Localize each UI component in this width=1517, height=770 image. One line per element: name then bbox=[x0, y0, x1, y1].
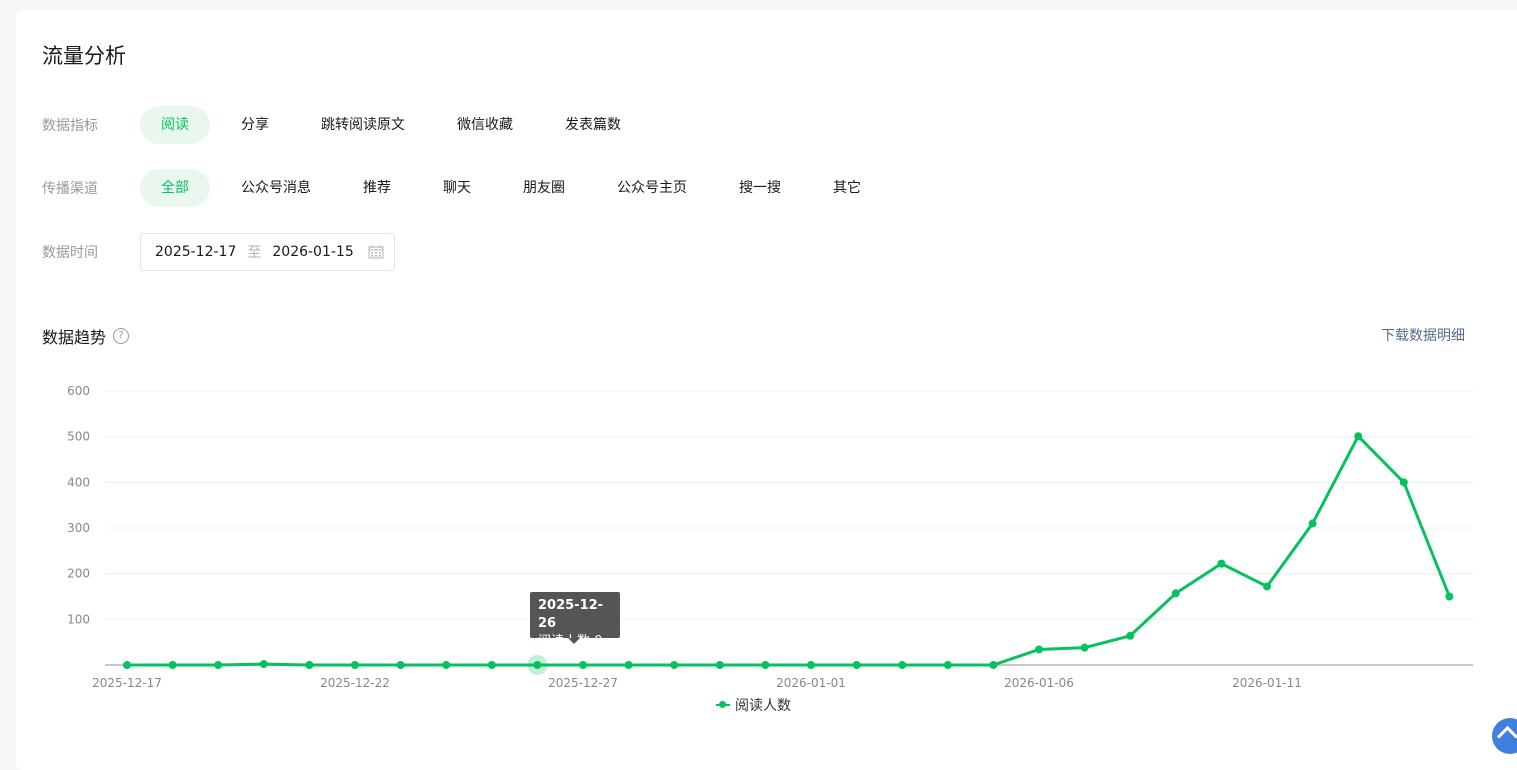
channel-option-moments[interactable]: 朋友圈 bbox=[502, 169, 586, 207]
data-point bbox=[1126, 631, 1135, 640]
data-point bbox=[852, 661, 861, 669]
legend-line-marker bbox=[716, 700, 730, 710]
x-tick-label: 2026-01-11 bbox=[1232, 676, 1302, 690]
data-point bbox=[1217, 559, 1226, 568]
question-circle-icon[interactable]: ? bbox=[113, 328, 130, 344]
tooltip-value: 阅读人数 0 bbox=[538, 634, 603, 649]
channel-option-account-homepage[interactable]: 公众号主页 bbox=[596, 169, 708, 207]
data-point bbox=[1354, 432, 1363, 441]
metric-option-share[interactable]: 分享 bbox=[220, 106, 290, 144]
download-detail-link[interactable]: 下载数据明细 bbox=[1381, 325, 1465, 345]
date-filter-row: 数据时间 2025-12-17 至 2026-01-15 bbox=[42, 232, 395, 272]
channel-option-account-message[interactable]: 公众号消息 bbox=[220, 169, 332, 207]
data-point bbox=[761, 661, 770, 669]
data-point bbox=[1308, 519, 1317, 528]
metric-filter-label: 数据指标 bbox=[42, 118, 98, 134]
data-point bbox=[898, 661, 907, 669]
date-start[interactable]: 2025-12-17 bbox=[155, 244, 236, 260]
metric-filter-row: 数据指标 阅读 分享 跳转阅读原文 微信收藏 发表篇数 bbox=[42, 105, 652, 145]
data-point bbox=[305, 661, 314, 669]
data-point bbox=[1399, 478, 1408, 487]
channel-option-recommend[interactable]: 推荐 bbox=[342, 169, 412, 207]
x-tick-label: 2025-12-17 bbox=[92, 676, 162, 690]
data-point bbox=[487, 661, 496, 669]
data-point bbox=[442, 661, 451, 669]
data-point bbox=[579, 661, 587, 669]
data-point bbox=[624, 661, 633, 669]
metric-option-post-count[interactable]: 发表篇数 bbox=[544, 106, 642, 144]
metric-option-favorite[interactable]: 微信收藏 bbox=[436, 106, 534, 144]
data-point bbox=[943, 661, 952, 669]
date-separator: 至 bbox=[247, 245, 262, 261]
channel-filter-row: 传播渠道 全部 公众号消息 推荐 聊天 朋友圈 公众号主页 搜一搜 其它 bbox=[42, 168, 892, 208]
channel-filter-label: 传播渠道 bbox=[42, 181, 98, 197]
data-point bbox=[533, 661, 542, 669]
calendar-icon[interactable] bbox=[368, 245, 384, 259]
trend-title-text: 数据趋势 bbox=[42, 328, 107, 347]
series-line bbox=[127, 434, 1451, 667]
legend-series-label: 阅读人数 bbox=[735, 698, 791, 714]
x-tick-label: 2026-01-01 bbox=[776, 676, 846, 690]
data-point bbox=[351, 661, 359, 669]
channel-option-all[interactable]: 全部 bbox=[140, 169, 210, 207]
data-point bbox=[259, 660, 268, 669]
y-tick-label: 200 bbox=[67, 567, 90, 581]
x-tick-label: 2025-12-22 bbox=[320, 676, 390, 690]
y-tick-label: 300 bbox=[67, 521, 90, 535]
data-point bbox=[1171, 589, 1180, 598]
chart-legend[interactable]: 阅读人数 bbox=[716, 695, 791, 715]
y-tick-label: 600 bbox=[67, 384, 90, 398]
y-tick-label: 500 bbox=[67, 430, 90, 444]
chart-tooltip: 2025-12-26 阅读人数 0 bbox=[530, 592, 620, 649]
trend-line-chart: 100 200 300 400 500 600 2025-12-17 2025-12-22 20… bbox=[67, 384, 1473, 690]
channel-option-chat[interactable]: 聊天 bbox=[422, 169, 492, 207]
data-point bbox=[807, 661, 815, 669]
data-point bbox=[1263, 582, 1271, 591]
data-point bbox=[1035, 645, 1043, 654]
tooltip-date: 2025-12-26 bbox=[538, 598, 604, 631]
channel-option-search[interactable]: 搜一搜 bbox=[718, 169, 802, 207]
y-tick-label: 100 bbox=[67, 612, 90, 626]
metric-option-read[interactable]: 阅读 bbox=[140, 106, 210, 144]
data-point bbox=[989, 661, 998, 669]
page-title: 流量分析 bbox=[42, 44, 126, 68]
x-tick-label: 2025-12-27 bbox=[548, 676, 618, 690]
date-filter-label: 数据时间 bbox=[42, 245, 98, 261]
x-tick-label: 2026-01-06 bbox=[1004, 676, 1074, 690]
data-point bbox=[1445, 592, 1454, 601]
data-point bbox=[214, 661, 223, 669]
data-point bbox=[1080, 643, 1089, 652]
date-range-picker[interactable]: 2025-12-17 至 2026-01-15 bbox=[140, 233, 395, 271]
data-point bbox=[670, 661, 679, 669]
data-point bbox=[396, 661, 405, 669]
data-point bbox=[168, 661, 177, 669]
channel-option-other[interactable]: 其它 bbox=[812, 169, 882, 207]
data-point bbox=[123, 661, 131, 669]
trend-section-title: 数据趋势 ? bbox=[42, 324, 130, 348]
date-end[interactable]: 2026-01-15 bbox=[272, 244, 353, 260]
y-tick-label: 400 bbox=[67, 475, 90, 489]
metric-option-read-original[interactable]: 跳转阅读原文 bbox=[300, 106, 426, 144]
data-point bbox=[715, 661, 724, 669]
